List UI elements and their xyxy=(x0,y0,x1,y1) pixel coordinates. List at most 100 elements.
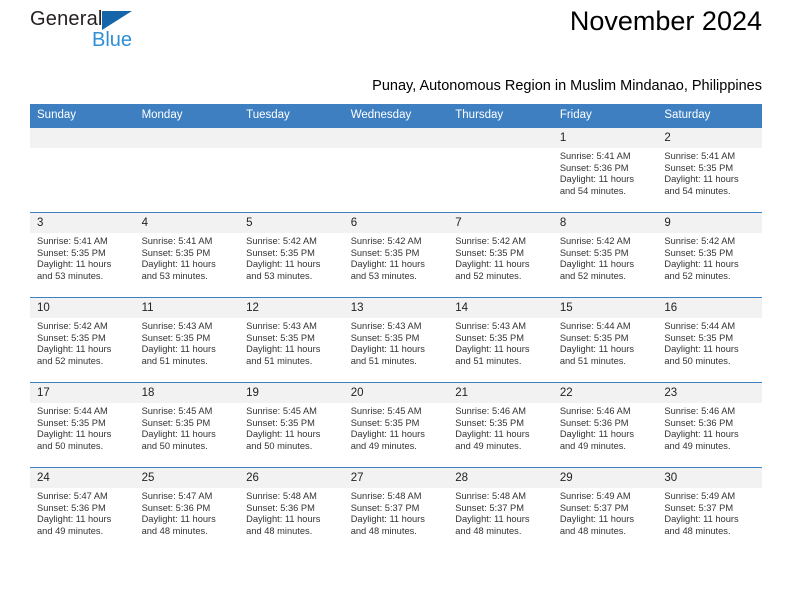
sunset-text: Sunset: 5:35 PM xyxy=(37,417,106,428)
calendar-day-cell[interactable]: 26 Sunrise: 5:48 AM Sunset: 5:36 PM Dayligh… xyxy=(239,467,344,552)
calendar-cell-empty xyxy=(134,127,240,213)
calendar-day-cell[interactable]: 18 Sunrise: 5:45 AM Sunset: 5:35 PM Dayligh… xyxy=(134,382,240,468)
calendar-day-cell[interactable]: 19 Sunrise: 5:45 AM Sunset: 5:35 PM Dayligh… xyxy=(239,382,344,468)
calendar-day-cell[interactable]: 9 Sunrise: 5:42 AM Sunset: 5:35 PM Daylight… xyxy=(657,212,762,298)
sunset-text: Sunset: 5:36 PM xyxy=(559,417,629,428)
calendar-day-cell[interactable]: 14 Sunrise: 5:43 AM Sunset: 5:35 PM Dayligh… xyxy=(448,297,553,383)
day-details: Sunrise: 5:41 AM Sunset: 5:35 PM Daylight:… xyxy=(135,233,240,282)
sunrise-text: Sunrise: 5:44 AM xyxy=(664,321,736,331)
calendar-cell-empty xyxy=(30,127,135,213)
day-number: 5 xyxy=(239,213,344,233)
calendar-day-cell[interactable]: 16 Sunrise: 5:44 AM Sunset: 5:35 PM Dayligh… xyxy=(657,297,762,383)
calendar-day-cell[interactable]: 27 Sunrise: 5:48 AM Sunset: 5:37 PM Dayligh… xyxy=(343,467,449,552)
calendar-day-cell[interactable]: 7 Sunrise: 5:42 AM Sunset: 5:35 PM Daylight… xyxy=(448,212,553,298)
sunrise-text: Sunrise: 5:41 AM xyxy=(141,236,213,246)
calendar-week-row: 1 Sunrise: 5:41 AM Sunset: 5:36 PM Daylight… xyxy=(30,127,762,213)
weekday-header-monday: Monday xyxy=(134,104,240,128)
day-number xyxy=(30,128,135,148)
calendar-day-cell[interactable]: 21 Sunrise: 5:46 AM Sunset: 5:35 PM Dayligh… xyxy=(448,382,553,468)
sunset-text: Sunset: 5:35 PM xyxy=(350,417,420,428)
sunrise-text: Sunrise: 5:46 AM xyxy=(455,406,527,416)
calendar-day-cell[interactable]: 25 Sunrise: 5:47 AM Sunset: 5:36 PM Dayligh… xyxy=(134,467,240,552)
calendar-day-cell[interactable]: 1 Sunrise: 5:41 AM Sunset: 5:36 PM Daylight… xyxy=(552,127,658,213)
day-number: 3 xyxy=(30,213,135,233)
day-details: Sunrise: 5:49 AM Sunset: 5:37 PM Daylight:… xyxy=(657,488,762,537)
sunrise-text: Sunrise: 5:43 AM xyxy=(246,321,317,331)
day-details: Sunrise: 5:43 AM Sunset: 5:35 PM Daylight:… xyxy=(448,318,553,367)
daylight-text: Daylight: 11 hours and 50 minutes. xyxy=(141,429,216,451)
day-number: 10 xyxy=(30,298,135,318)
day-details: Sunrise: 5:41 AM Sunset: 5:35 PM Daylight:… xyxy=(30,233,135,282)
day-number: 7 xyxy=(448,213,553,233)
daylight-text: Daylight: 11 hours and 48 minutes. xyxy=(350,514,425,536)
calendar-day-cell[interactable]: 30 Sunrise: 5:49 AM Sunset: 5:37 PM Dayligh… xyxy=(657,467,762,552)
daylight-text: Daylight: 11 hours and 52 minutes. xyxy=(559,259,635,281)
calendar-day-cell[interactable]: 17 Sunrise: 5:44 AM Sunset: 5:35 PM Dayligh… xyxy=(30,382,135,468)
weekday-header-wednesday: Wednesday xyxy=(343,104,449,128)
sunset-text: Sunset: 5:35 PM xyxy=(559,332,629,343)
sunrise-text: Sunrise: 5:41 AM xyxy=(37,236,108,246)
day-details: Sunrise: 5:41 AM Sunset: 5:36 PM Daylight:… xyxy=(553,148,658,197)
sunset-text: Sunset: 5:35 PM xyxy=(246,247,315,258)
daylight-text: Daylight: 11 hours and 51 minutes. xyxy=(455,344,530,366)
general-blue-logo[interactable]: General Blue xyxy=(30,8,150,56)
calendar-day-cell[interactable]: 20 Sunrise: 5:45 AM Sunset: 5:35 PM Dayligh… xyxy=(343,382,449,468)
day-details: Sunrise: 5:48 AM Sunset: 5:37 PM Daylight:… xyxy=(344,488,449,537)
sunrise-text: Sunrise: 5:46 AM xyxy=(559,406,631,416)
day-details: Sunrise: 5:42 AM Sunset: 5:35 PM Daylight:… xyxy=(239,233,344,282)
sunrise-text: Sunrise: 5:45 AM xyxy=(246,406,317,416)
daylight-text: Daylight: 11 hours and 53 minutes. xyxy=(141,259,216,281)
daylight-text: Daylight: 11 hours and 52 minutes. xyxy=(37,344,112,366)
calendar-day-cell[interactable]: 11 Sunrise: 5:43 AM Sunset: 5:35 PM Dayligh… xyxy=(134,297,240,383)
calendar-day-cell[interactable]: 2 Sunrise: 5:41 AM Sunset: 5:35 PM Daylight… xyxy=(657,127,762,213)
calendar-day-cell[interactable]: 8 Sunrise: 5:42 AM Sunset: 5:35 PM Daylight… xyxy=(552,212,658,298)
day-details: Sunrise: 5:45 AM Sunset: 5:35 PM Daylight:… xyxy=(135,403,240,452)
day-details: Sunrise: 5:46 AM Sunset: 5:36 PM Daylight:… xyxy=(553,403,658,452)
day-details: Sunrise: 5:46 AM Sunset: 5:36 PM Daylight:… xyxy=(657,403,762,452)
sunset-text: Sunset: 5:35 PM xyxy=(141,417,211,428)
sunset-text: Sunset: 5:35 PM xyxy=(559,247,629,258)
calendar-day-cell[interactable]: 10 Sunrise: 5:42 AM Sunset: 5:35 PM Dayligh… xyxy=(30,297,135,383)
sunset-text: Sunset: 5:36 PM xyxy=(664,417,734,428)
sunrise-text: Sunrise: 5:48 AM xyxy=(455,491,527,501)
calendar-day-cell[interactable]: 5 Sunrise: 5:42 AM Sunset: 5:35 PM Daylight… xyxy=(239,212,344,298)
daylight-text: Daylight: 11 hours and 53 minutes. xyxy=(37,259,112,281)
calendar-day-cell[interactable]: 6 Sunrise: 5:42 AM Sunset: 5:35 PM Daylight… xyxy=(343,212,449,298)
calendar-day-cell[interactable]: 4 Sunrise: 5:41 AM Sunset: 5:35 PM Daylight… xyxy=(134,212,240,298)
sunrise-text: Sunrise: 5:43 AM xyxy=(455,321,527,331)
weekday-header-tuesday: Tuesday xyxy=(239,104,344,128)
calendar-day-cell[interactable]: 28 Sunrise: 5:48 AM Sunset: 5:37 PM Dayligh… xyxy=(448,467,553,552)
calendar-day-cell[interactable]: 13 Sunrise: 5:43 AM Sunset: 5:35 PM Dayligh… xyxy=(343,297,449,383)
sunset-text: Sunset: 5:35 PM xyxy=(455,247,524,258)
calendar-day-cell[interactable]: 22 Sunrise: 5:46 AM Sunset: 5:36 PM Dayligh… xyxy=(552,382,658,468)
calendar-week-row: 24 Sunrise: 5:47 AM Sunset: 5:36 PM Dayligh… xyxy=(30,467,762,552)
day-number: 2 xyxy=(657,128,762,148)
day-details: Sunrise: 5:42 AM Sunset: 5:35 PM Daylight:… xyxy=(657,233,762,282)
calendar-day-cell[interactable]: 3 Sunrise: 5:41 AM Sunset: 5:35 PM Daylight… xyxy=(30,212,135,298)
day-details: Sunrise: 5:47 AM Sunset: 5:36 PM Daylight:… xyxy=(135,488,240,537)
day-number: 22 xyxy=(552,383,658,403)
day-number: 13 xyxy=(343,298,449,318)
sunrise-text: Sunrise: 5:46 AM xyxy=(664,406,736,416)
daylight-text: Daylight: 11 hours and 50 minutes. xyxy=(246,429,321,451)
calendar-day-cell[interactable]: 24 Sunrise: 5:47 AM Sunset: 5:36 PM Dayligh… xyxy=(30,467,135,552)
sunrise-text: Sunrise: 5:42 AM xyxy=(664,236,736,246)
weekday-header-thursday: Thursday xyxy=(448,104,553,128)
day-number: 30 xyxy=(657,468,762,488)
day-number: 28 xyxy=(448,468,553,488)
calendar-day-cell[interactable]: 23 Sunrise: 5:46 AM Sunset: 5:36 PM Dayligh… xyxy=(657,382,762,468)
sunset-text: Sunset: 5:37 PM xyxy=(664,502,734,513)
day-number: 1 xyxy=(552,128,658,148)
day-details: Sunrise: 5:43 AM Sunset: 5:35 PM Daylight:… xyxy=(135,318,240,367)
day-details: Sunrise: 5:43 AM Sunset: 5:35 PM Daylight:… xyxy=(239,318,344,367)
calendar-day-cell[interactable]: 12 Sunrise: 5:43 AM Sunset: 5:35 PM Dayligh… xyxy=(239,297,344,383)
calendar-day-cell[interactable]: 15 Sunrise: 5:44 AM Sunset: 5:35 PM Dayligh… xyxy=(552,297,658,383)
sunrise-text: Sunrise: 5:42 AM xyxy=(246,236,317,246)
sunset-text: Sunset: 5:37 PM xyxy=(559,502,629,513)
day-number: 27 xyxy=(343,468,449,488)
day-number: 14 xyxy=(448,298,553,318)
calendar-day-cell[interactable]: 29 Sunrise: 5:49 AM Sunset: 5:37 PM Dayligh… xyxy=(552,467,658,552)
weekday-header-saturday: Saturday xyxy=(657,104,762,128)
day-details: Sunrise: 5:44 AM Sunset: 5:35 PM Daylight:… xyxy=(553,318,658,367)
day-number: 15 xyxy=(552,298,658,318)
